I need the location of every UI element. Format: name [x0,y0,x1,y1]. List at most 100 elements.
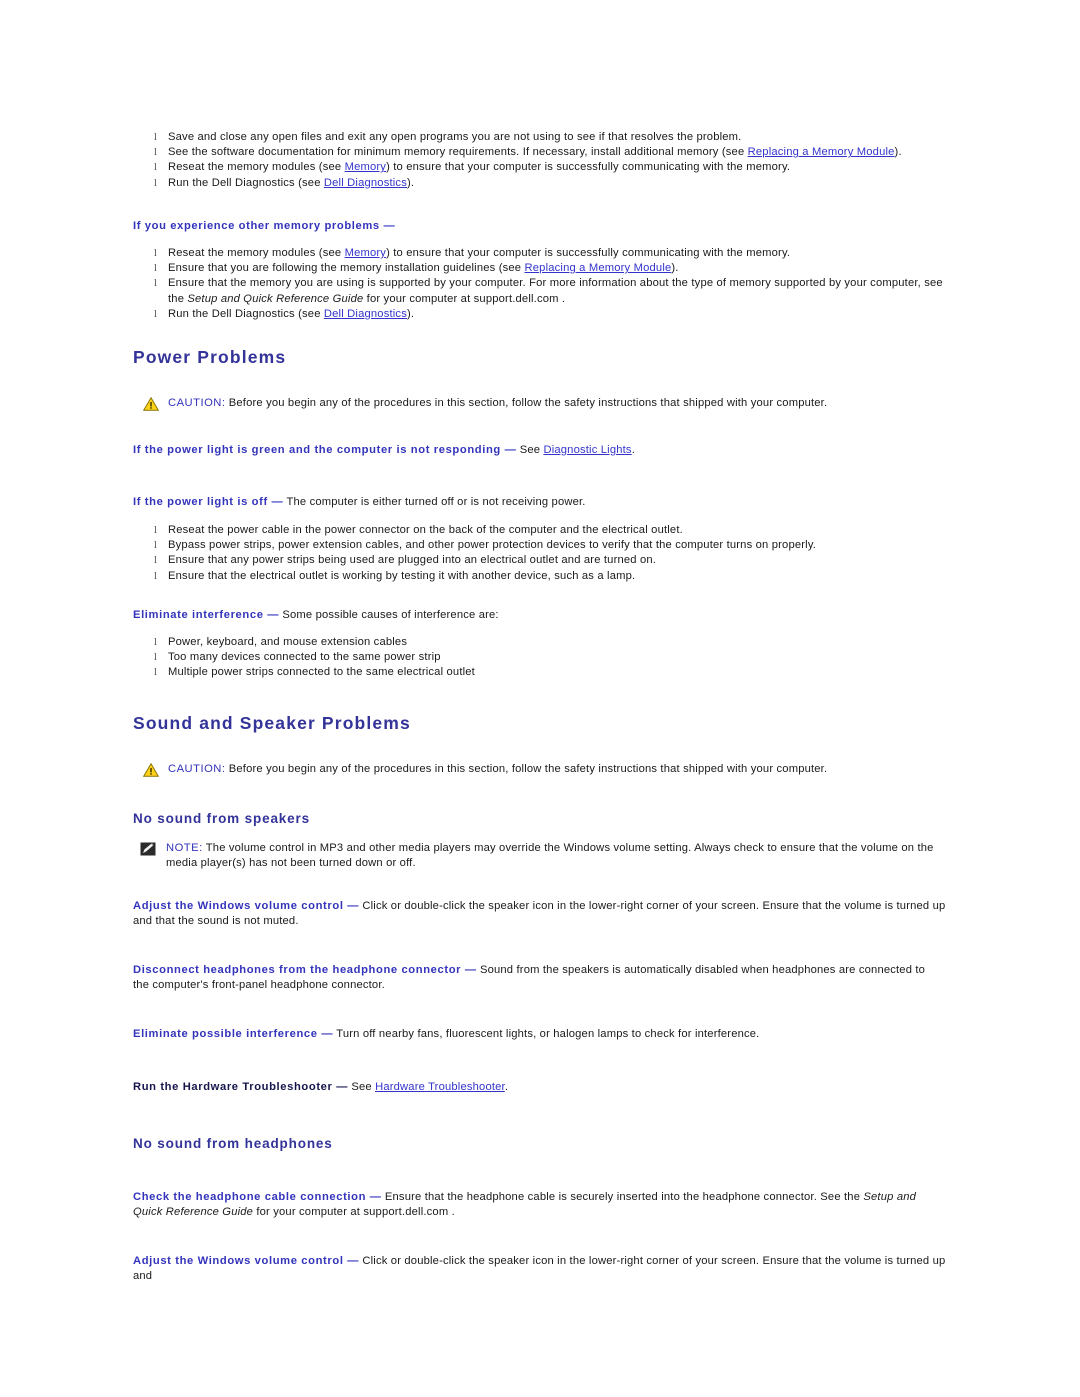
note-pencil-icon [140,842,156,856]
list-item: Ensure that any power strips being used … [133,553,953,568]
list-item: Ensure that the electrical outlet is wor… [133,569,953,584]
text-run: ) to ensure that your computer is succes… [386,161,791,174]
no-sound-speakers-title: No sound from speakers [133,811,310,826]
text-run: . [631,444,635,456]
no-sound-headphones-title: No sound from headphones [133,1136,333,1151]
power-light-off-list-block: Reseat the power cable in the power conn… [133,523,953,584]
speakers-note-label: NOTE: [166,842,203,854]
speakers-headphones-paragraph: Disconnect headphones from the headphone… [133,963,933,993]
doc-link[interactable]: Dell Diagnostics [324,177,407,189]
power-problems-section: Power Problems [133,346,953,368]
other-memory-problems-block: If you experience other memory problems … [133,219,953,234]
speakers-note-text: The volume control in MP3 and other medi… [166,842,934,870]
list-item: Multiple power strips connected to the s… [133,665,953,680]
power-light-green-rest: See Diagnostic Lights. [516,444,635,456]
headphone-cable-paragraph: Check the headphone cable connection — E… [133,1190,923,1220]
text-run: ) to ensure that your computer is succes… [386,247,791,259]
power-problems-title: Power Problems [133,347,287,367]
sound-caution-block: CAUTION: Before you begin any of the pro… [138,762,958,777]
hardware-troubleshooter-rest: See Hardware Troubleshooter. [348,1081,508,1093]
power-light-off-rest: The computer is either turned off or is … [283,496,586,508]
list-item: Reseat the power cable in the power conn… [133,523,953,538]
speakers-volume-block: Adjust the Windows volume control — Clic… [133,899,953,929]
doc-link[interactable]: Hardware Troubleshooter [375,1081,505,1093]
text-run: Reseat the memory modules (see [168,247,345,259]
list-item: Ensure that you are following the memory… [133,261,953,276]
other-memory-problems-heading: If you experience other memory problems … [133,220,396,232]
sound-caution-notice: CAUTION: Before you begin any of the pro… [138,762,958,777]
power-interference-paragraph: Eliminate interference — Some possible c… [133,608,953,623]
other-memory-list-block: Reseat the memory modules (see Memory) t… [133,246,953,322]
power-light-green-block: If the power light is green and the comp… [133,443,953,458]
doc-link[interactable]: Dell Diagnostics [324,308,407,320]
sound-problems-title: Sound and Speaker Problems [133,713,411,733]
text-run: ). [406,307,415,320]
text-run: Reseat the memory modules (see [168,161,345,174]
speakers-headphones-lead: Disconnect headphones from the headphone… [133,964,477,976]
power-interference-list-block: Power, keyboard, and mouse extension cab… [133,635,953,681]
doc-link[interactable]: Replacing a Memory Module [525,262,672,274]
speakers-interference-lead: Eliminate possible interference — [133,1028,334,1040]
power-light-off-lead: If the power light is off — [133,496,284,508]
headphone-cable-block: Check the headphone cable connection — E… [133,1190,923,1220]
text-run: ). [406,176,415,189]
text-run: Save and close any open files and exit a… [168,131,742,143]
text-run: Run the Dell Diagnostics (see [168,307,324,320]
power-light-green-paragraph: If the power light is green and the comp… [133,443,953,458]
list-item: Run the Dell Diagnostics (see Dell Diagn… [133,176,953,191]
text-run: for your computer at support.dell.com . [363,292,566,305]
list-item: See the software documentation for minim… [133,145,953,160]
guide-title: Setup and Quick Reference Guide [187,292,364,305]
hardware-troubleshooter-block: Run the Hardware Troubleshooter — See Ha… [133,1080,953,1095]
headphones-volume-block: Adjust the Windows volume control — Clic… [133,1254,953,1284]
headphones-volume-lead: Adjust the Windows volume control — [133,1255,360,1267]
power-interference-rest: Some possible causes of interference are… [279,609,499,621]
sound-caution-label: CAUTION: [168,763,226,775]
text-run: Run the Dell Diagnostics (see [168,176,324,189]
speakers-volume-lead: Adjust the Windows volume control — [133,900,360,912]
caution-triangle-icon [142,396,160,411]
list-item: Reseat the memory modules (see Memory) t… [133,246,953,261]
list-item: Too many devices connected to the same p… [133,650,953,665]
other-memory-list: Reseat the memory modules (see Memory) t… [133,246,953,322]
speakers-interference-rest: Turn off nearby fans, fluorescent lights… [333,1028,760,1040]
speakers-interference-block: Eliminate possible interference — Turn o… [133,1027,953,1042]
power-light-off-paragraph: If the power light is off — The computer… [133,495,953,510]
list-item: Power, keyboard, and mouse extension cab… [133,635,953,650]
text-run: . [504,1081,509,1093]
text-run: Ensure that you are following the memory… [168,262,525,275]
memory-resolution-list-block: Save and close any open files and exit a… [133,130,953,191]
no-sound-headphones-subsection: No sound from headphones [133,1135,953,1153]
list-item: Ensure that the memory you are using is … [133,276,953,306]
doc-link[interactable]: Replacing a Memory Module [748,146,895,158]
doc-link[interactable]: Diagnostic Lights [543,444,631,456]
hardware-troubleshooter-paragraph: Run the Hardware Troubleshooter — See Ha… [133,1080,953,1095]
power-light-green-lead: If the power light is green and the comp… [133,444,517,456]
power-interference-list: Power, keyboard, and mouse extension cab… [133,635,953,681]
doc-link[interactable]: Memory [345,247,386,259]
list-item: Reseat the memory modules (see Memory) t… [133,160,953,175]
text-run: See the software documentation for minim… [168,146,748,159]
hardware-troubleshooter-lead: Run the Hardware Troubleshooter — [133,1081,349,1093]
power-caution-notice: CAUTION: Before you begin any of the pro… [138,396,958,411]
headphone-cable-lead: Check the headphone cable connection — [133,1191,382,1203]
doc-link[interactable]: Memory [345,161,386,173]
sound-problems-section: Sound and Speaker Problems [133,712,953,734]
sound-caution-text: Before you begin any of the procedures i… [225,763,828,775]
memory-resolution-list: Save and close any open files and exit a… [133,130,953,191]
text-run: See [348,1081,376,1093]
power-light-off-list: Reseat the power cable in the power conn… [133,523,953,584]
list-item: Save and close any open files and exit a… [133,130,953,145]
power-interference-block: Eliminate interference — Some possible c… [133,608,953,623]
text-run: ). [894,146,902,159]
text-run: ). [671,262,679,275]
caution-triangle-icon [142,762,160,777]
speakers-volume-paragraph: Adjust the Windows volume control — Clic… [133,899,953,929]
speakers-note-notice: NOTE: The volume control in MP3 and othe… [136,841,964,871]
speakers-headphones-block: Disconnect headphones from the headphone… [133,963,933,993]
speakers-interference-paragraph: Eliminate possible interference — Turn o… [133,1027,953,1042]
text-run: for your computer at support.dell.com . [253,1206,455,1219]
power-caution-label: CAUTION: [168,397,226,409]
headphones-volume-paragraph: Adjust the Windows volume control — Clic… [133,1254,953,1284]
list-item: Run the Dell Diagnostics (see Dell Diagn… [133,307,953,322]
